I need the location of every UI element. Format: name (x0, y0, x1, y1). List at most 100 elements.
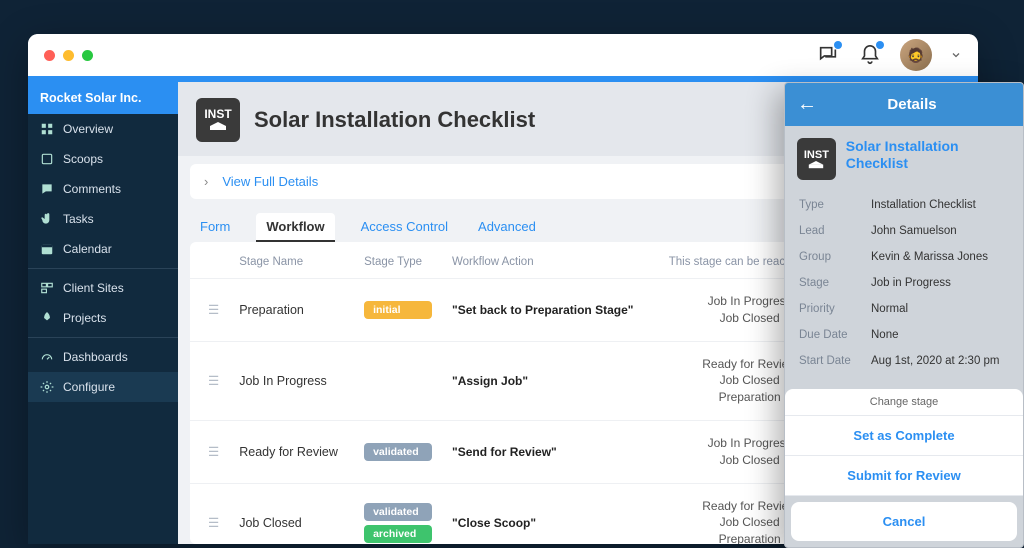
calendar-icon (40, 242, 54, 256)
stage-type-pill: validated (364, 503, 432, 521)
field-label: Type (799, 199, 871, 211)
inst-badge: INST (196, 98, 240, 142)
cancel-button[interactable]: Cancel (791, 502, 1017, 541)
sidebar-item-client-sites[interactable]: Client Sites (28, 273, 178, 303)
sheet-option[interactable]: Set as Complete (785, 416, 1023, 456)
rocket-icon (40, 311, 54, 325)
column-header: Stage Type (354, 242, 442, 279)
field-label: Stage (799, 277, 871, 289)
field-value: Normal (871, 303, 1009, 315)
workflow-action: "Send for Review" (442, 420, 654, 483)
tab-access-control[interactable]: Access Control (357, 213, 452, 242)
close-window-icon[interactable] (44, 50, 55, 61)
page-title: Solar Installation Checklist (254, 107, 535, 133)
stage-type-pill: validated (364, 443, 432, 461)
stage-name: Job In Progress (229, 341, 354, 420)
sidebar-item-comments[interactable]: Comments (28, 174, 178, 204)
workflow-action: "Assign Job" (442, 341, 654, 420)
sidebar-item-scoops[interactable]: Scoops (28, 144, 178, 174)
back-button[interactable]: ← (797, 93, 817, 116)
sidebar-item-tasks[interactable]: Tasks (28, 204, 178, 234)
detail-field: StageJob in Progress (799, 270, 1009, 296)
drag-handle-icon[interactable]: ☰ (208, 445, 219, 459)
detail-field: TypeInstallation Checklist (799, 192, 1009, 218)
sites-icon (40, 281, 54, 295)
drag-handle-icon[interactable]: ☰ (208, 303, 219, 317)
field-value: Aug 1st, 2020 at 2:30 pm (871, 355, 1009, 367)
mobile-title-card: INST Solar Installation Checklist (785, 126, 1023, 192)
sidebar-item-label: Client Sites (63, 281, 124, 295)
field-value: John Samuelson (871, 225, 1009, 237)
mobile-fields: TypeInstallation ChecklistLeadJohn Samue… (785, 192, 1023, 374)
square-icon (40, 152, 54, 166)
action-sheet: Change stage Set as CompleteSubmit for R… (785, 389, 1023, 547)
sidebar-item-projects[interactable]: Projects (28, 303, 178, 333)
column-header: Workflow Action (442, 242, 654, 279)
sidebar-item-label: Projects (63, 311, 106, 325)
tab-workflow[interactable]: Workflow (256, 213, 334, 242)
sidebar-item-configure[interactable]: Configure (28, 372, 178, 402)
field-label: Due Date (799, 329, 871, 341)
mobile-header: ← Details (785, 83, 1023, 126)
sidebar-item-label: Overview (63, 122, 113, 136)
brand-name: Rocket Solar Inc. (28, 82, 178, 114)
field-label: Start Date (799, 355, 871, 367)
detail-field: Start DateAug 1st, 2020 at 2:30 pm (799, 348, 1009, 374)
field-value: Installation Checklist (871, 199, 1009, 211)
minimize-window-icon[interactable] (63, 50, 74, 61)
detail-field: GroupKevin & Marissa Jones (799, 244, 1009, 270)
notifications-button[interactable] (858, 43, 882, 67)
field-value: Kevin & Marissa Jones (871, 251, 1009, 263)
detail-field: PriorityNormal (799, 296, 1009, 322)
workflow-action: "Set back to Preparation Stage" (442, 279, 654, 342)
chevron-down-icon[interactable] (950, 49, 962, 61)
tab-form[interactable]: Form (196, 213, 234, 242)
window-controls (44, 50, 93, 61)
sidebar-item-label: Tasks (63, 212, 94, 226)
column-header: Stage Name (229, 242, 354, 279)
sidebar-item-label: Scoops (63, 152, 103, 166)
sheet-title: Change stage (785, 389, 1023, 416)
detail-field: LeadJohn Samuelson (799, 218, 1009, 244)
badge-icon (876, 41, 884, 49)
drag-handle-icon[interactable]: ☰ (208, 374, 219, 388)
field-value: Job in Progress (871, 277, 1009, 289)
stage-name: Job Closed (229, 483, 354, 544)
sidebar-item-label: Configure (63, 380, 115, 394)
field-value: None (871, 329, 1009, 341)
tab-advanced[interactable]: Advanced (474, 213, 540, 242)
detail-field: Due DateNone (799, 322, 1009, 348)
stage-type-pill: archived (364, 525, 432, 543)
maximize-window-icon[interactable] (82, 50, 93, 61)
badge-icon (834, 41, 842, 49)
sidebar: Rocket Solar Inc. Overview Scoops Comments… (28, 82, 178, 544)
chat-icon (40, 182, 54, 196)
stage-name: Ready for Review (229, 420, 354, 483)
workflow-action: "Close Scoop" (442, 483, 654, 544)
hand-icon (40, 212, 54, 226)
chevron-right-icon: › (204, 174, 208, 189)
sidebar-item-label: Dashboards (63, 350, 128, 364)
sidebar-item-label: Comments (63, 182, 121, 196)
inst-badge: INST (797, 138, 836, 180)
messages-button[interactable] (816, 43, 840, 67)
grid-icon (40, 122, 54, 136)
titlebar: 🧔 (28, 34, 978, 76)
sidebar-item-dashboards[interactable]: Dashboards (28, 342, 178, 372)
user-avatar[interactable]: 🧔 (900, 39, 932, 71)
mobile-record-title: Solar Installation Checklist (846, 138, 1011, 180)
field-label: Group (799, 251, 871, 263)
field-label: Priority (799, 303, 871, 315)
gauge-icon (40, 350, 54, 364)
gear-icon (40, 380, 54, 394)
mobile-title: Details (833, 96, 991, 113)
sidebar-item-calendar[interactable]: Calendar (28, 234, 178, 264)
sidebar-item-label: Calendar (63, 242, 112, 256)
field-label: Lead (799, 225, 871, 237)
stage-name: Preparation (229, 279, 354, 342)
sheet-option[interactable]: Submit for Review (785, 456, 1023, 496)
sidebar-item-overview[interactable]: Overview (28, 114, 178, 144)
mobile-overlay: ← Details INST Solar Installation Checkl… (784, 82, 1024, 548)
stage-type-pill: initial (364, 301, 432, 319)
drag-handle-icon[interactable]: ☰ (208, 516, 219, 530)
